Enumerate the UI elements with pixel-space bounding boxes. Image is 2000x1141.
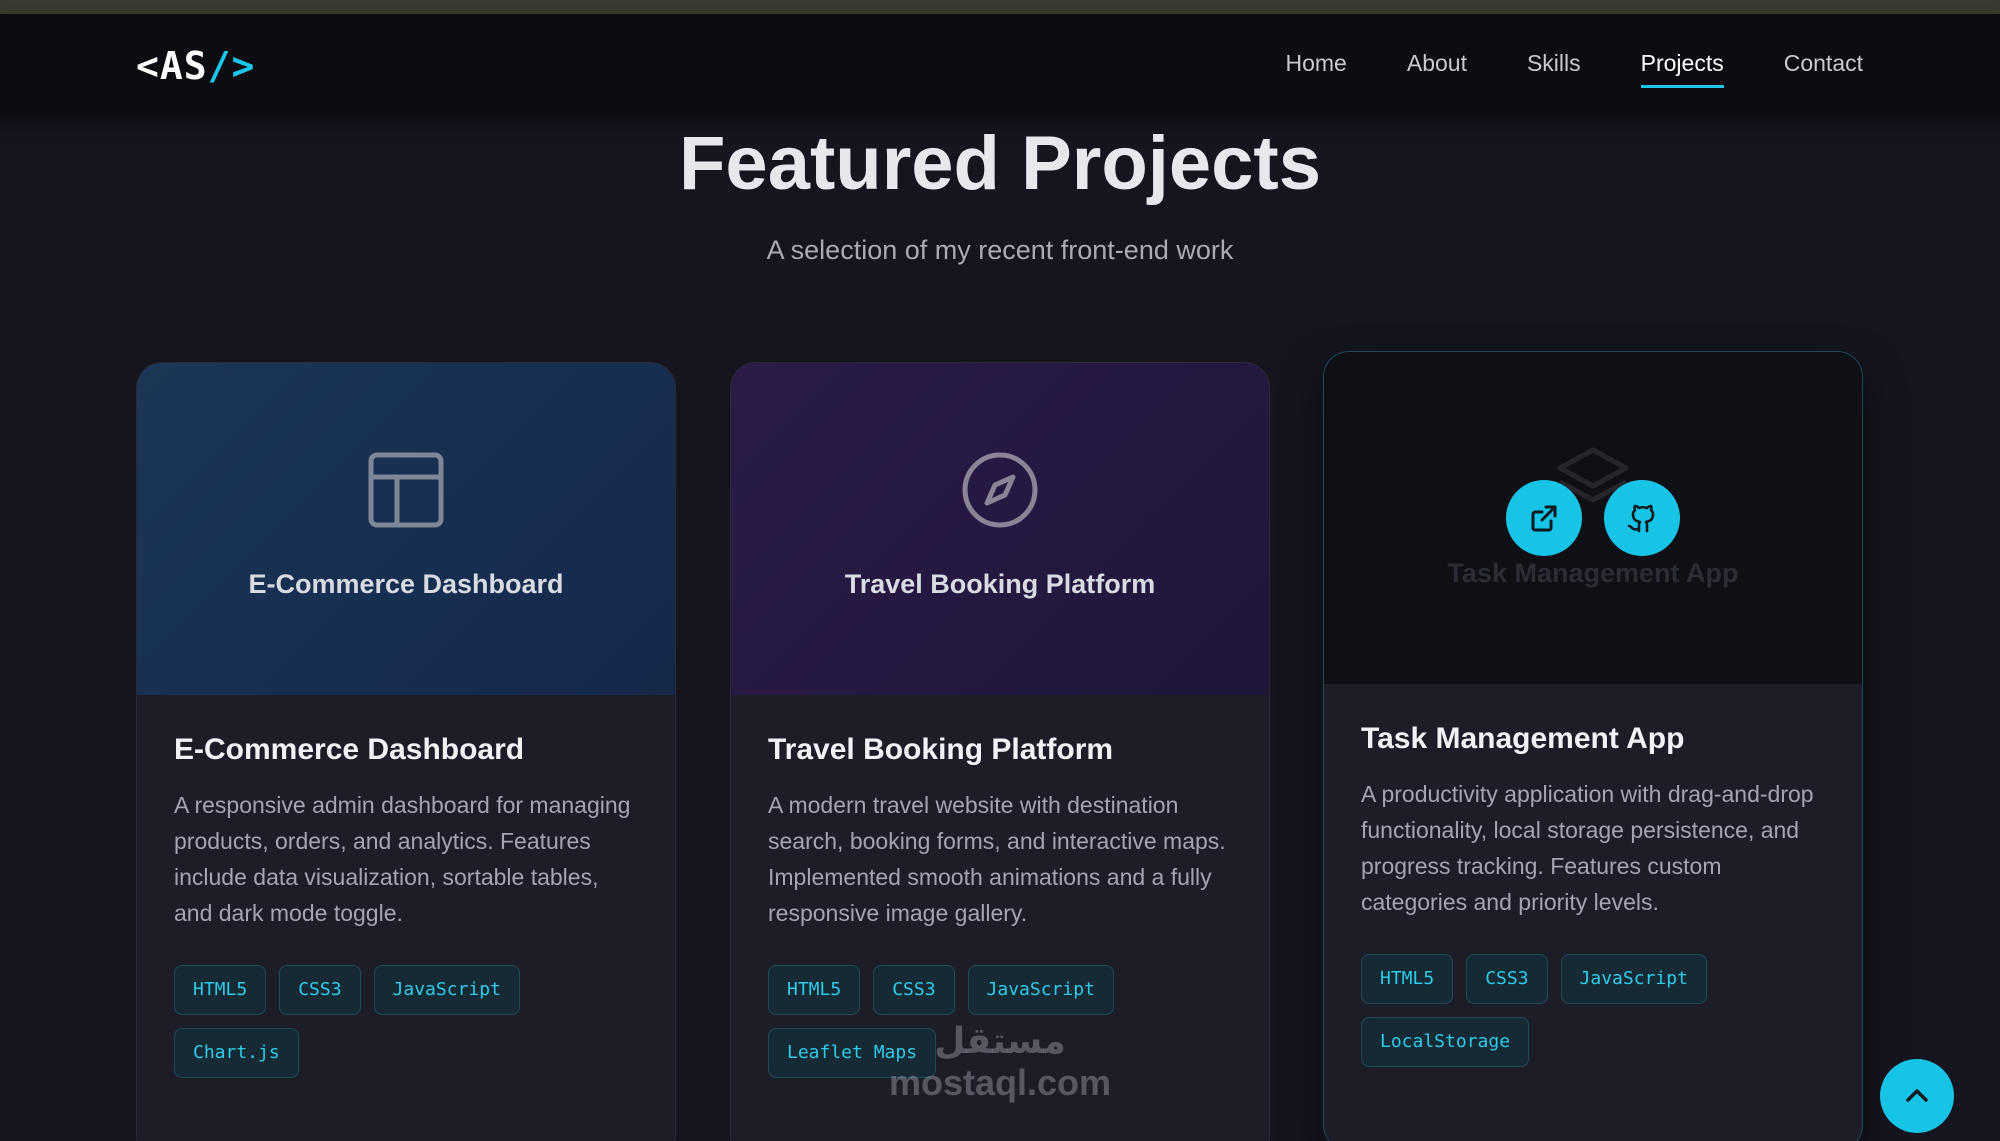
logo-slash: /> — [207, 44, 256, 88]
live-demo-button[interactable] — [1506, 480, 1582, 556]
project-card[interactable]: Task Management App Task Management App … — [1323, 351, 1863, 1141]
tech-tag: LocalStorage — [1361, 1017, 1530, 1067]
project-actions — [1324, 480, 1862, 556]
tech-tag: HTML5 — [174, 965, 267, 1015]
nav-link-about[interactable]: About — [1407, 50, 1467, 88]
watermark: مستقل mostaql.com — [880, 1020, 1120, 1104]
project-title: Task Management App — [1361, 722, 1685, 755]
compass-icon — [962, 452, 1038, 528]
navbar: <AS/> Home About Skills Projects Contact — [0, 14, 2000, 118]
watermark-latin: mostaql.com — [888, 1062, 1112, 1103]
project-description: A modern travel website with destination… — [768, 792, 1226, 926]
github-button[interactable] — [1604, 480, 1680, 556]
watermark-arabic: مستقل — [934, 1020, 1066, 1061]
tech-tags: HTML5 CSS3 JavaScript Chart.js — [174, 965, 638, 1078]
thumbnail-title: E-Commerce Dashboard — [248, 569, 564, 599]
tech-tag: CSS3 — [1466, 954, 1548, 1004]
tech-tag: HTML5 — [1361, 954, 1454, 1004]
project-title: Travel Booking Platform — [768, 733, 1114, 766]
thumbnail-title: Task Management App — [1447, 558, 1739, 588]
logo-text: <AS — [136, 44, 208, 88]
project-thumbnail: Travel Booking Platform — [731, 363, 1269, 695]
tech-tag: JavaScript — [373, 965, 520, 1015]
tech-tag: CSS3 — [873, 965, 955, 1015]
project-thumbnail: E-Commerce Dashboard — [137, 363, 675, 695]
scroll-to-top-button[interactable] — [1880, 1059, 1954, 1133]
project-card[interactable]: E-Commerce Dashboard E-Commerce Dashboar… — [136, 362, 676, 1141]
section-title: Featured Projects — [679, 121, 1321, 206]
project-title: E-Commerce Dashboard — [174, 733, 525, 766]
section-subtitle: A selection of my recent front-end work — [766, 235, 1234, 265]
project-description: A responsive admin dashboard for managin… — [174, 792, 631, 926]
tech-tags: HTML5 CSS3 JavaScript LocalStorage — [1361, 954, 1825, 1067]
os-status-bar — [0, 0, 2000, 14]
chevron-up-icon — [1906, 1089, 1928, 1102]
nav-link-projects[interactable]: Projects — [1640, 50, 1724, 88]
layout-icon — [368, 452, 444, 528]
nav-link-home[interactable]: Home — [1286, 50, 1347, 88]
nav-link-contact[interactable]: Contact — [1784, 50, 1863, 88]
tech-tag: HTML5 — [768, 965, 861, 1015]
tech-tag: JavaScript — [1560, 954, 1707, 1004]
site-logo[interactable]: <AS/> — [136, 44, 255, 88]
thumbnail-title: Travel Booking Platform — [844, 569, 1156, 599]
project-thumbnail: Task Management App — [1324, 352, 1862, 684]
external-link-icon — [1531, 505, 1557, 532]
nav-menu: Home About Skills Projects Contact — [1286, 50, 1863, 88]
nav-link-skills[interactable]: Skills — [1527, 50, 1581, 88]
github-icon — [1627, 504, 1655, 533]
tech-tag: CSS3 — [279, 965, 361, 1015]
project-description: A productivity application with drag-and… — [1361, 781, 1814, 915]
tech-tag: JavaScript — [967, 965, 1114, 1015]
tech-tag: Chart.js — [174, 1028, 299, 1078]
